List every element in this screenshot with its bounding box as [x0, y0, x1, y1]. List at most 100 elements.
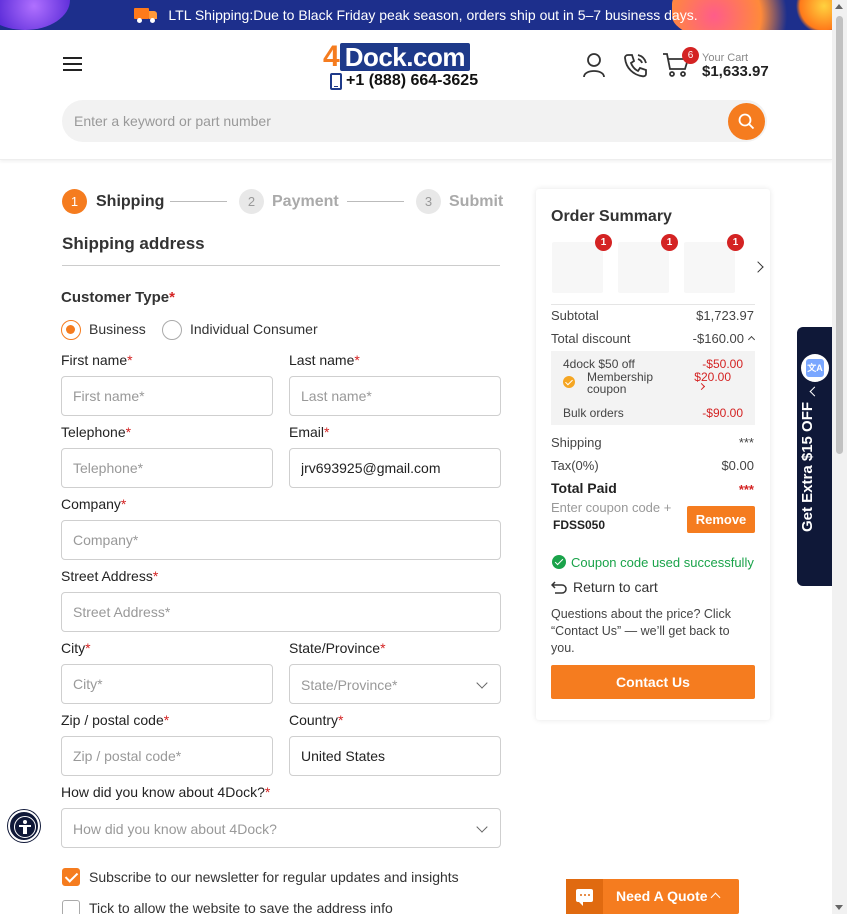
coupon-code-value[interactable]: FDSS050	[553, 518, 605, 532]
tax-label: Tax(0%)	[551, 458, 599, 473]
scrollbar-thumb[interactable]	[836, 16, 843, 454]
need-quote-label: Need A Quote	[616, 888, 708, 904]
site-logo[interactable]: 4 Dock.com	[323, 42, 493, 72]
phone-number-text: +1 (888) 664-3625	[346, 72, 479, 89]
logo-text: Dock.com	[339, 43, 470, 71]
user-account-icon[interactable]	[582, 52, 606, 78]
total-paid-label: Total Paid	[551, 480, 617, 496]
save-address-checkbox[interactable]	[62, 900, 80, 914]
divider	[551, 304, 755, 305]
section-title: Shipping address	[62, 234, 205, 253]
email-input[interactable]	[290, 449, 500, 487]
state-select-placeholder: State/Province*	[301, 677, 398, 693]
subtotal-value: $1,723.97	[696, 308, 754, 323]
page-scrollbar[interactable]	[832, 0, 847, 914]
last-name-input[interactable]	[290, 377, 500, 415]
shipping-label: Shipping	[551, 435, 602, 450]
need-quote-button[interactable]: Need A Quote	[566, 879, 739, 914]
product-thumbnail[interactable]	[552, 242, 603, 293]
step-label-payment[interactable]: Payment	[272, 193, 339, 211]
telephone-field	[61, 448, 273, 488]
discount-item-value: $20.00	[694, 370, 731, 384]
state-select[interactable]: State/Province*	[289, 664, 501, 704]
product-thumbnail[interactable]	[618, 242, 669, 293]
chat-icon	[566, 879, 603, 914]
quantity-badge: 1	[727, 234, 744, 251]
company-input[interactable]	[62, 521, 500, 559]
radio-business-label[interactable]: Business	[89, 321, 146, 337]
discount-value: -$160.00	[692, 331, 744, 346]
quantity-badge: 1	[661, 234, 678, 251]
zip-label: Zip / postal code*	[61, 712, 170, 728]
street-address-input[interactable]	[62, 593, 500, 631]
discount-toggle[interactable]: -$160.00	[692, 331, 756, 346]
scroll-down-icon[interactable]	[835, 905, 843, 910]
discount-item-value: -$90.00	[702, 406, 743, 420]
remove-coupon-button[interactable]: Remove	[687, 506, 755, 533]
discount-label: Total discount	[551, 331, 631, 346]
newsletter-label[interactable]: Subscribe to our newsletter for regular …	[89, 869, 459, 885]
search-button[interactable]	[728, 103, 765, 140]
product-thumbnail[interactable]	[684, 242, 735, 293]
divider	[62, 265, 500, 266]
subtotal-label: Subtotal	[551, 308, 599, 323]
country-input[interactable]	[290, 737, 500, 775]
source-select-placeholder: How did you know about 4Dock?	[73, 821, 277, 837]
last-name-label: Last name*	[289, 352, 360, 368]
city-input[interactable]	[62, 665, 272, 703]
search-bar	[62, 100, 767, 142]
discount-item-value: -$50.00	[702, 357, 743, 371]
zip-input[interactable]	[62, 737, 272, 775]
phone-icon[interactable]	[623, 52, 648, 78]
chevron-right-icon[interactable]	[752, 261, 764, 273]
chevron-up-icon	[747, 335, 756, 344]
country-field	[289, 736, 501, 776]
source-select[interactable]: How did you know about 4Dock?	[61, 808, 501, 848]
cart-total[interactable]: $1,633.97	[702, 63, 769, 80]
step-number-submit: 3	[416, 189, 441, 214]
chevron-left-icon	[809, 386, 820, 397]
discount-item-label: Membership coupon	[587, 370, 654, 396]
translate-icon[interactable]: 文A	[801, 354, 829, 382]
email-label: Email*	[289, 424, 330, 440]
scroll-up-icon[interactable]	[835, 4, 843, 9]
telephone-input[interactable]	[62, 449, 272, 487]
check-circle-icon	[563, 376, 575, 388]
total-paid-value: ***	[738, 482, 754, 497]
radio-individual-label[interactable]: Individual Consumer	[190, 321, 318, 337]
step-label-shipping[interactable]: Shipping	[96, 193, 164, 211]
radio-individual[interactable]	[162, 320, 182, 340]
tax-value: $0.00	[721, 458, 754, 473]
first-name-input[interactable]	[62, 377, 272, 415]
radio-business[interactable]	[61, 320, 81, 340]
email-field	[289, 448, 501, 488]
banner-decoration	[0, 0, 70, 30]
telephone-label: Telephone*	[61, 424, 132, 440]
coupon-success-message: Coupon code used successfully	[571, 555, 754, 570]
announcement-banner: LTL Shipping:Due to Black Friday peak se…	[0, 0, 832, 30]
cart-count-badge: 6	[682, 47, 699, 64]
company-label: Company*	[61, 496, 127, 512]
accessibility-icon[interactable]	[8, 810, 40, 842]
promo-side-tab[interactable]: 文A Get Extra $15 OFF	[797, 327, 832, 586]
chevron-right-icon[interactable]	[697, 382, 706, 391]
city-field	[61, 664, 273, 704]
step-label-submit[interactable]: Submit	[449, 193, 503, 211]
check-circle-icon	[552, 555, 566, 569]
return-to-cart-link[interactable]: Return to cart	[573, 579, 658, 595]
phone-number[interactable]: +1 (888) 664-3625	[330, 72, 478, 90]
promo-text: Get Extra $15 OFF	[799, 401, 816, 532]
site-header: 4 Dock.com +1 (888) 664-3625 6 Your Cart …	[0, 30, 832, 160]
state-label: State/Province*	[289, 640, 386, 656]
price-question-text: Questions about the price? Click “Contac…	[551, 607, 731, 655]
newsletter-checkbox[interactable]	[62, 868, 80, 886]
mobile-phone-icon	[330, 72, 342, 90]
checkout-steps: 1 Shipping 2 Payment 3 Submit	[62, 188, 503, 216]
contact-us-button[interactable]: Contact Us	[551, 665, 755, 699]
search-input[interactable]	[62, 100, 712, 142]
shipping-value: ***	[738, 435, 754, 450]
save-address-label[interactable]: Tick to allow the website to save the ad…	[89, 900, 393, 914]
coupon-input-label[interactable]: Enter coupon code +	[551, 500, 671, 515]
return-arrow-icon	[551, 581, 567, 594]
menu-icon[interactable]	[63, 57, 82, 71]
